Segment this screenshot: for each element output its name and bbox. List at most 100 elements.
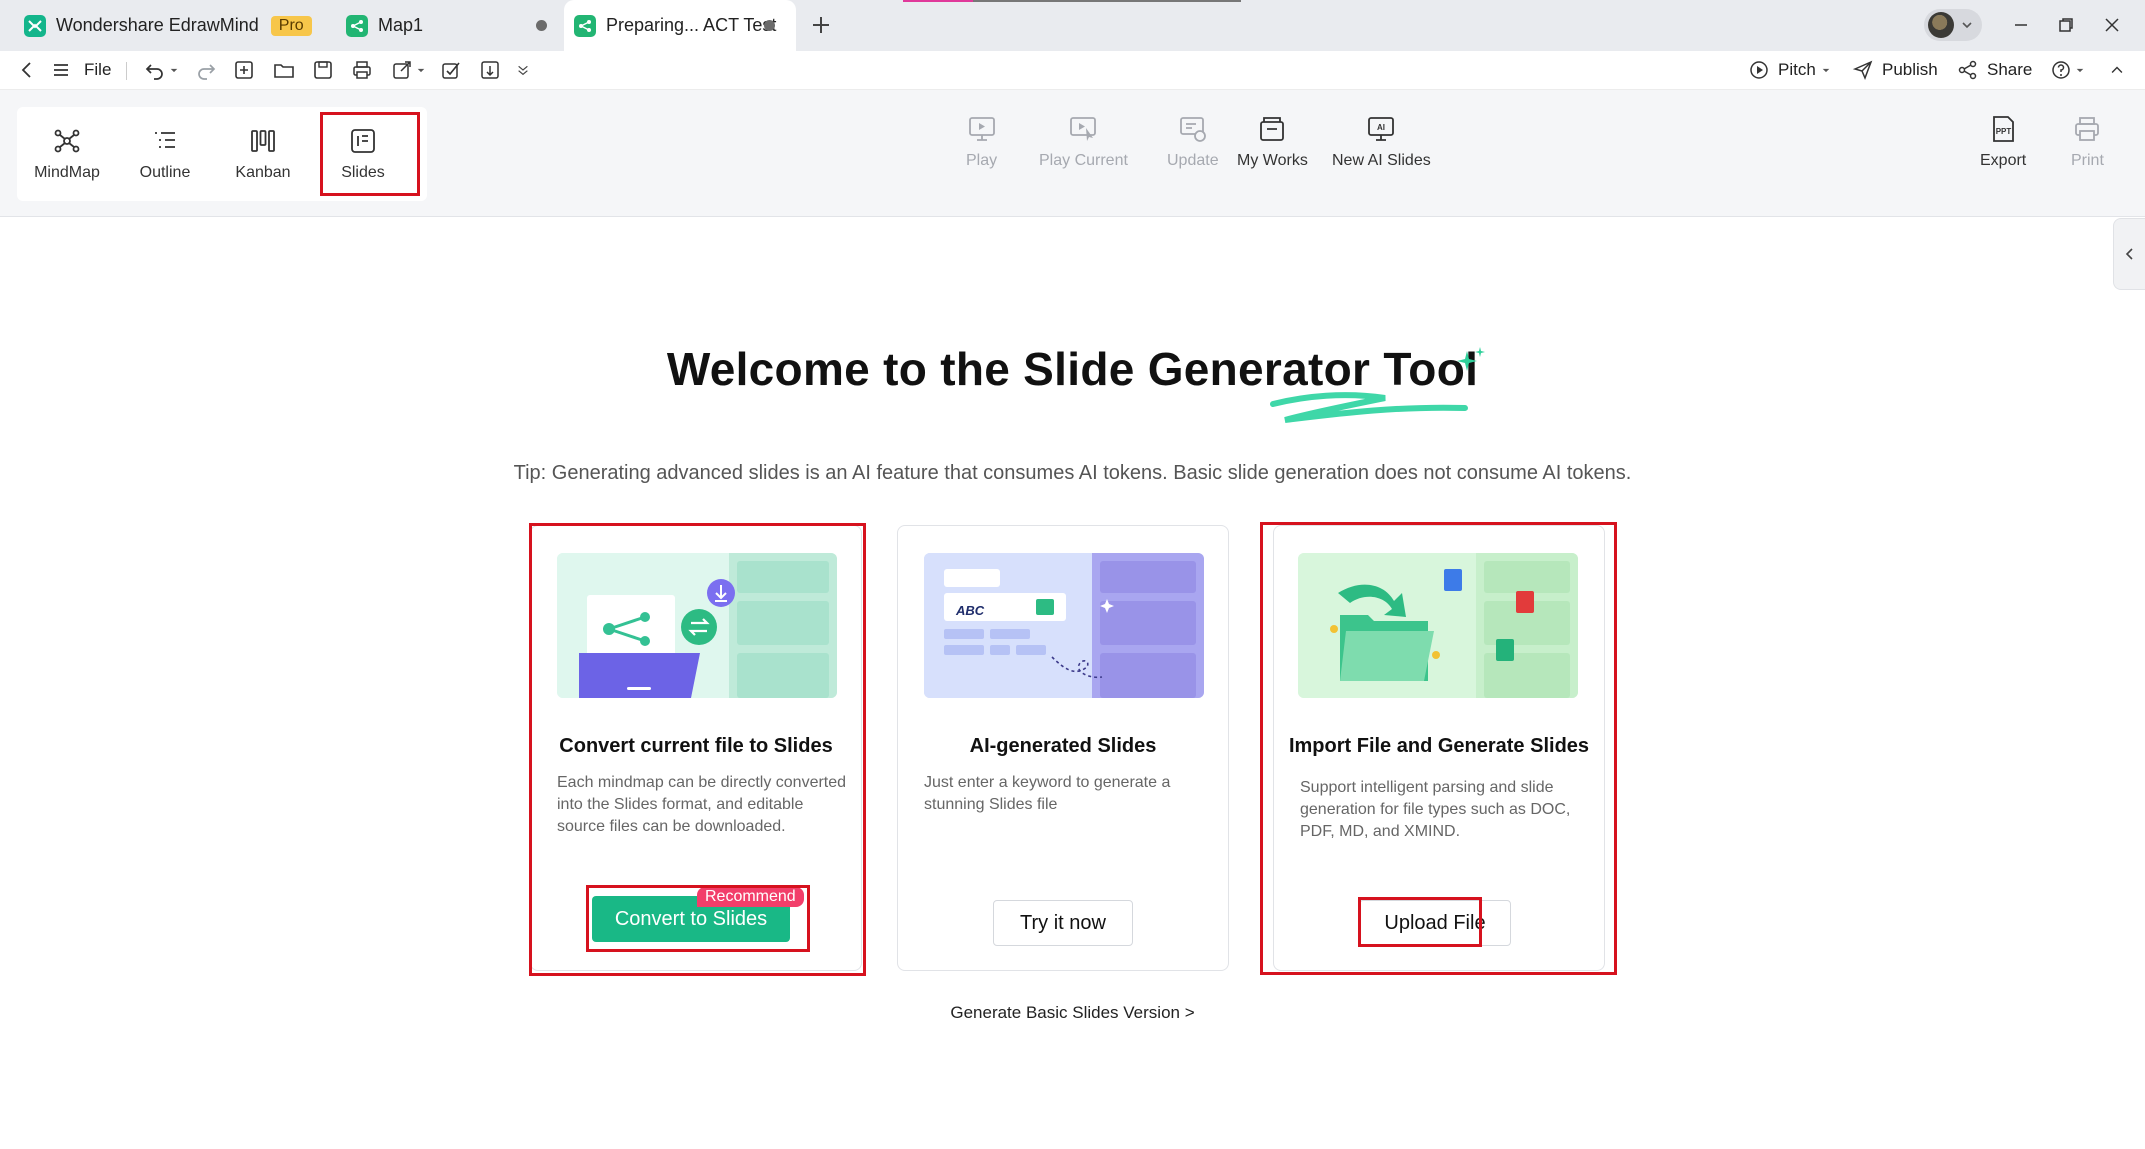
restore-button[interactable] <box>2053 12 2079 38</box>
play-circle-icon <box>1748 59 1770 81</box>
tab-label: Preparing... ACT Test <box>606 15 776 36</box>
import-illustration <box>1298 553 1578 698</box>
undo-button[interactable] <box>144 59 166 81</box>
file-menu[interactable]: File <box>84 60 111 80</box>
view-mindmap-button[interactable]: MindMap <box>18 107 116 201</box>
ai-illustration-graphic <box>924 553 1204 698</box>
restore-icon <box>2057 16 2075 34</box>
share-label: Share <box>1987 60 2032 80</box>
export-quick-button[interactable] <box>391 59 413 81</box>
tab-label: Map1 <box>378 15 423 36</box>
checkbox-icon <box>440 59 462 81</box>
redo-icon <box>195 59 217 81</box>
back-button[interactable] <box>16 59 38 81</box>
pitch-button[interactable]: Pitch <box>1748 58 1832 82</box>
play-current-label: Play Current <box>1039 152 1128 170</box>
illustration-text: ABC <box>956 603 984 618</box>
chevron-left-icon <box>2122 246 2138 262</box>
save-button[interactable] <box>312 59 334 81</box>
ai-illustration: ABC <box>924 553 1204 698</box>
side-panel-toggle[interactable] <box>2113 218 2145 290</box>
sparkle-icon <box>1455 345 1487 377</box>
ai-slides-icon: AI <box>1366 114 1396 144</box>
send-icon <box>1852 59 1874 81</box>
tab-preparing-act-test[interactable]: Preparing... ACT Test <box>564 0 796 51</box>
tab-map1[interactable]: Map1 <box>346 0 423 51</box>
view-label: MindMap <box>34 164 100 182</box>
play-label: Play <box>966 152 997 170</box>
new-ai-slides-button[interactable]: AI New AI Slides <box>1332 114 1431 170</box>
new-ai-slides-label: New AI Slides <box>1332 152 1431 170</box>
share-button[interactable]: Share <box>1957 58 2032 82</box>
play-current-icon <box>1068 114 1098 144</box>
save-as-button[interactable] <box>479 59 501 81</box>
chevron-up-icon <box>2108 59 2126 81</box>
card-title: Convert current file to Slides <box>531 735 861 758</box>
account-menu[interactable] <box>1924 9 1982 41</box>
minimize-button[interactable] <box>2008 12 2034 38</box>
new-file-icon <box>233 59 255 81</box>
view-outline-button[interactable]: Outline <box>116 107 214 201</box>
play-current-button[interactable]: Play Current <box>1039 114 1128 170</box>
export-dropdown[interactable] <box>415 59 427 81</box>
main-menu-button[interactable] <box>50 59 72 81</box>
try-it-now-button[interactable]: Try it now <box>993 900 1133 946</box>
undo-icon <box>144 59 166 81</box>
pro-badge: Pro <box>271 16 312 36</box>
save-icon <box>312 59 334 81</box>
minimize-icon <box>2012 16 2030 34</box>
page-title: Welcome to the Slide Generator Tool <box>0 342 2145 396</box>
undo-dropdown[interactable] <box>168 59 180 81</box>
help-button[interactable] <box>2050 58 2086 82</box>
card-description: Each mindmap can be directly converted i… <box>557 772 847 838</box>
play-slide-icon <box>967 114 997 144</box>
task-button[interactable] <box>440 59 462 81</box>
convert-illustration-graphic <box>557 553 837 698</box>
unsaved-dot-icon <box>764 20 775 31</box>
update-button[interactable]: Update <box>1167 114 1219 170</box>
avatar <box>1928 12 1954 38</box>
mindmap-file-icon <box>574 15 596 37</box>
tab-edrawmind-home[interactable]: Wondershare EdrawMind Pro <box>24 0 312 51</box>
update-icon <box>1178 114 1208 144</box>
my-works-button[interactable]: My Works <box>1237 114 1308 170</box>
generate-basic-slides-link[interactable]: Generate Basic Slides Version > <box>0 1003 2145 1023</box>
export-button[interactable]: PPT Export <box>1980 114 2026 170</box>
collapse-ribbon-button[interactable] <box>2108 59 2126 81</box>
swoosh-decoration <box>1265 378 1470 434</box>
new-tab-button[interactable] <box>806 10 836 40</box>
share-icon <box>1957 59 1979 81</box>
play-button[interactable]: Play <box>966 114 997 170</box>
folder-open-icon <box>273 59 295 81</box>
slides-icon <box>348 126 378 156</box>
save-as-icon <box>479 59 501 81</box>
card-description: Support intelligent parsing and slide ge… <box>1300 777 1590 843</box>
more-quick-tools-button[interactable] <box>515 59 531 81</box>
upload-file-button[interactable]: Upload File <box>1359 900 1511 946</box>
recommend-badge: Recommend <box>697 887 804 907</box>
caret-down-icon <box>2074 59 2086 81</box>
mindmap-file-icon <box>346 15 368 37</box>
print-button[interactable] <box>351 59 373 81</box>
new-file-button[interactable] <box>233 59 255 81</box>
view-kanban-button[interactable]: Kanban <box>214 107 312 201</box>
print-ribbon-button[interactable]: Print <box>2071 114 2104 170</box>
import-file-card[interactable]: Import File and Generate Slides Support … <box>1273 525 1605 971</box>
close-window-button[interactable] <box>2099 12 2125 38</box>
open-file-button[interactable] <box>273 59 295 81</box>
svg-text:PPT: PPT <box>1996 127 2012 136</box>
ribbon: MindMap Outline Kanban Slides Play Play … <box>0 90 2145 217</box>
export-ppt-icon: PPT <box>1988 114 2018 144</box>
redo-button[interactable] <box>195 59 217 81</box>
ai-generated-card[interactable]: ABC AI-generated Slides Just enter a key… <box>897 525 1229 971</box>
my-works-icon <box>1257 114 1287 144</box>
caret-down-icon <box>1820 59 1832 81</box>
view-slides-button[interactable]: Slides <box>314 107 412 201</box>
publish-button[interactable]: Publish <box>1852 58 1938 82</box>
convert-illustration <box>557 553 837 698</box>
help-icon <box>2050 59 2072 81</box>
quick-toolbar: File Pitch Publish <box>0 51 2145 90</box>
loading-progress-line <box>903 0 1241 2</box>
export-label: Export <box>1980 152 2026 170</box>
convert-file-card[interactable]: Convert current file to Slides Each mind… <box>530 525 862 971</box>
